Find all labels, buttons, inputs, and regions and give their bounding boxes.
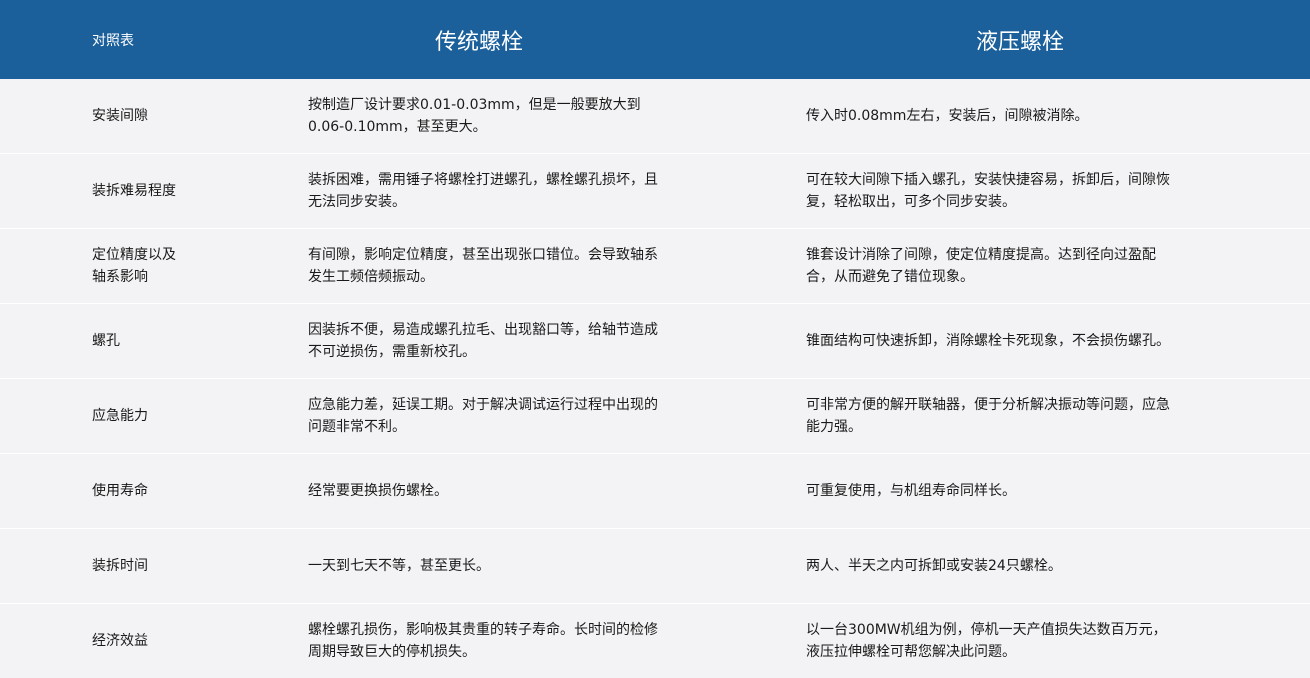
table-row: 螺孔 因装拆不便，易造成螺孔拉毛、出现豁口等，给轴节造成不可逆损伤，需重新校孔。… — [0, 304, 1310, 379]
hydraulic-cell: 锥套设计消除了间隙，使定位精度提高。达到径向过盈配合，从而避免了错位现象。 — [806, 247, 1156, 285]
row-label: 定位精度以及 轴系影响 — [92, 247, 176, 285]
hydraulic-cell: 可在较大间隙下插入螺孔，安装快捷容易，拆卸后，间隙恢复，轻松取出，可多个同步安装… — [806, 172, 1170, 210]
header-traditional-bolt: 传统螺栓 — [434, 29, 523, 55]
row-label: 安装间隙 — [92, 108, 148, 124]
table-row: 安装间隙 按制造厂设计要求0.01-0.03mm，但是一般要放大到0.06-0.… — [0, 79, 1310, 154]
traditional-cell: 应急能力差，延误工期。对于解决调试运行过程中出现的问题非常不利。 — [308, 397, 658, 435]
table-header: 对照表 传统螺栓 液压螺栓 — [0, 0, 1310, 79]
table-row: 应急能力 应急能力差，延误工期。对于解决调试运行过程中出现的问题非常不利。 可非… — [0, 379, 1310, 454]
row-label: 装拆难易程度 — [92, 183, 176, 199]
row-label: 应急能力 — [92, 408, 148, 424]
hydraulic-cell: 可非常方便的解开联轴器，便于分析解决振动等问题，应急能力强。 — [806, 397, 1170, 435]
traditional-cell: 装拆困难，需用锤子将螺栓打进螺孔，螺栓螺孔损坏，且无法同步安装。 — [308, 172, 658, 210]
header-hydraulic-bolt: 液压螺栓 — [975, 29, 1064, 55]
row-label: 螺孔 — [92, 333, 120, 349]
table-row: 定位精度以及 轴系影响 有间隙，影响定位精度，甚至出现张口错位。会导致轴系发生工… — [0, 229, 1310, 304]
traditional-cell: 一天到七天不等，甚至更长。 — [308, 558, 490, 574]
traditional-cell: 因装拆不便，易造成螺孔拉毛、出现豁口等，给轴节造成不可逆损伤，需重新校孔。 — [308, 322, 658, 360]
traditional-cell: 经常要更换损伤螺栓。 — [308, 483, 448, 499]
hydraulic-cell: 两人、半天之内可拆卸或安装24只螺栓。 — [806, 558, 1062, 574]
row-label: 经济效益 — [92, 633, 148, 649]
row-label: 使用寿命 — [92, 483, 148, 499]
hydraulic-cell: 锥面结构可快速拆卸，消除螺栓卡死现象，不会损伤螺孔。 — [806, 333, 1170, 349]
table-row: 使用寿命 经常要更换损伤螺栓。 可重复使用，与机组寿命同样长。 — [0, 454, 1310, 529]
traditional-cell: 按制造厂设计要求0.01-0.03mm，但是一般要放大到0.06-0.10mm，… — [308, 97, 641, 135]
table-row: 装拆时间 一天到七天不等，甚至更长。 两人、半天之内可拆卸或安装24只螺栓。 — [0, 529, 1310, 604]
header-label: 对照表 — [92, 32, 134, 49]
comparison-table: 对照表 传统螺栓 液压螺栓 安装间隙 按制造厂设计要求0.01-0.03mm，但… — [0, 0, 1310, 678]
row-label: 装拆时间 — [92, 558, 148, 574]
traditional-cell: 螺栓螺孔损伤，影响极其贵重的转子寿命。长时间的检修周期导致巨大的停机损失。 — [308, 622, 658, 660]
hydraulic-cell: 以一台300MW机组为例，停机一天产值损失达数百万元，液压拉伸螺栓可帮您解决此问… — [806, 622, 1167, 660]
table-row: 装拆难易程度 装拆困难，需用锤子将螺栓打进螺孔，螺栓螺孔损坏，且无法同步安装。 … — [0, 154, 1310, 229]
table-row: 经济效益 螺栓螺孔损伤，影响极其贵重的转子寿命。长时间的检修周期导致巨大的停机损… — [0, 604, 1310, 678]
hydraulic-cell: 传入时0.08mm左右，安装后，间隙被消除。 — [806, 108, 1089, 124]
hydraulic-cell: 可重复使用，与机组寿命同样长。 — [806, 483, 1016, 499]
traditional-cell: 有间隙，影响定位精度，甚至出现张口错位。会导致轴系发生工频倍频振动。 — [308, 247, 658, 285]
